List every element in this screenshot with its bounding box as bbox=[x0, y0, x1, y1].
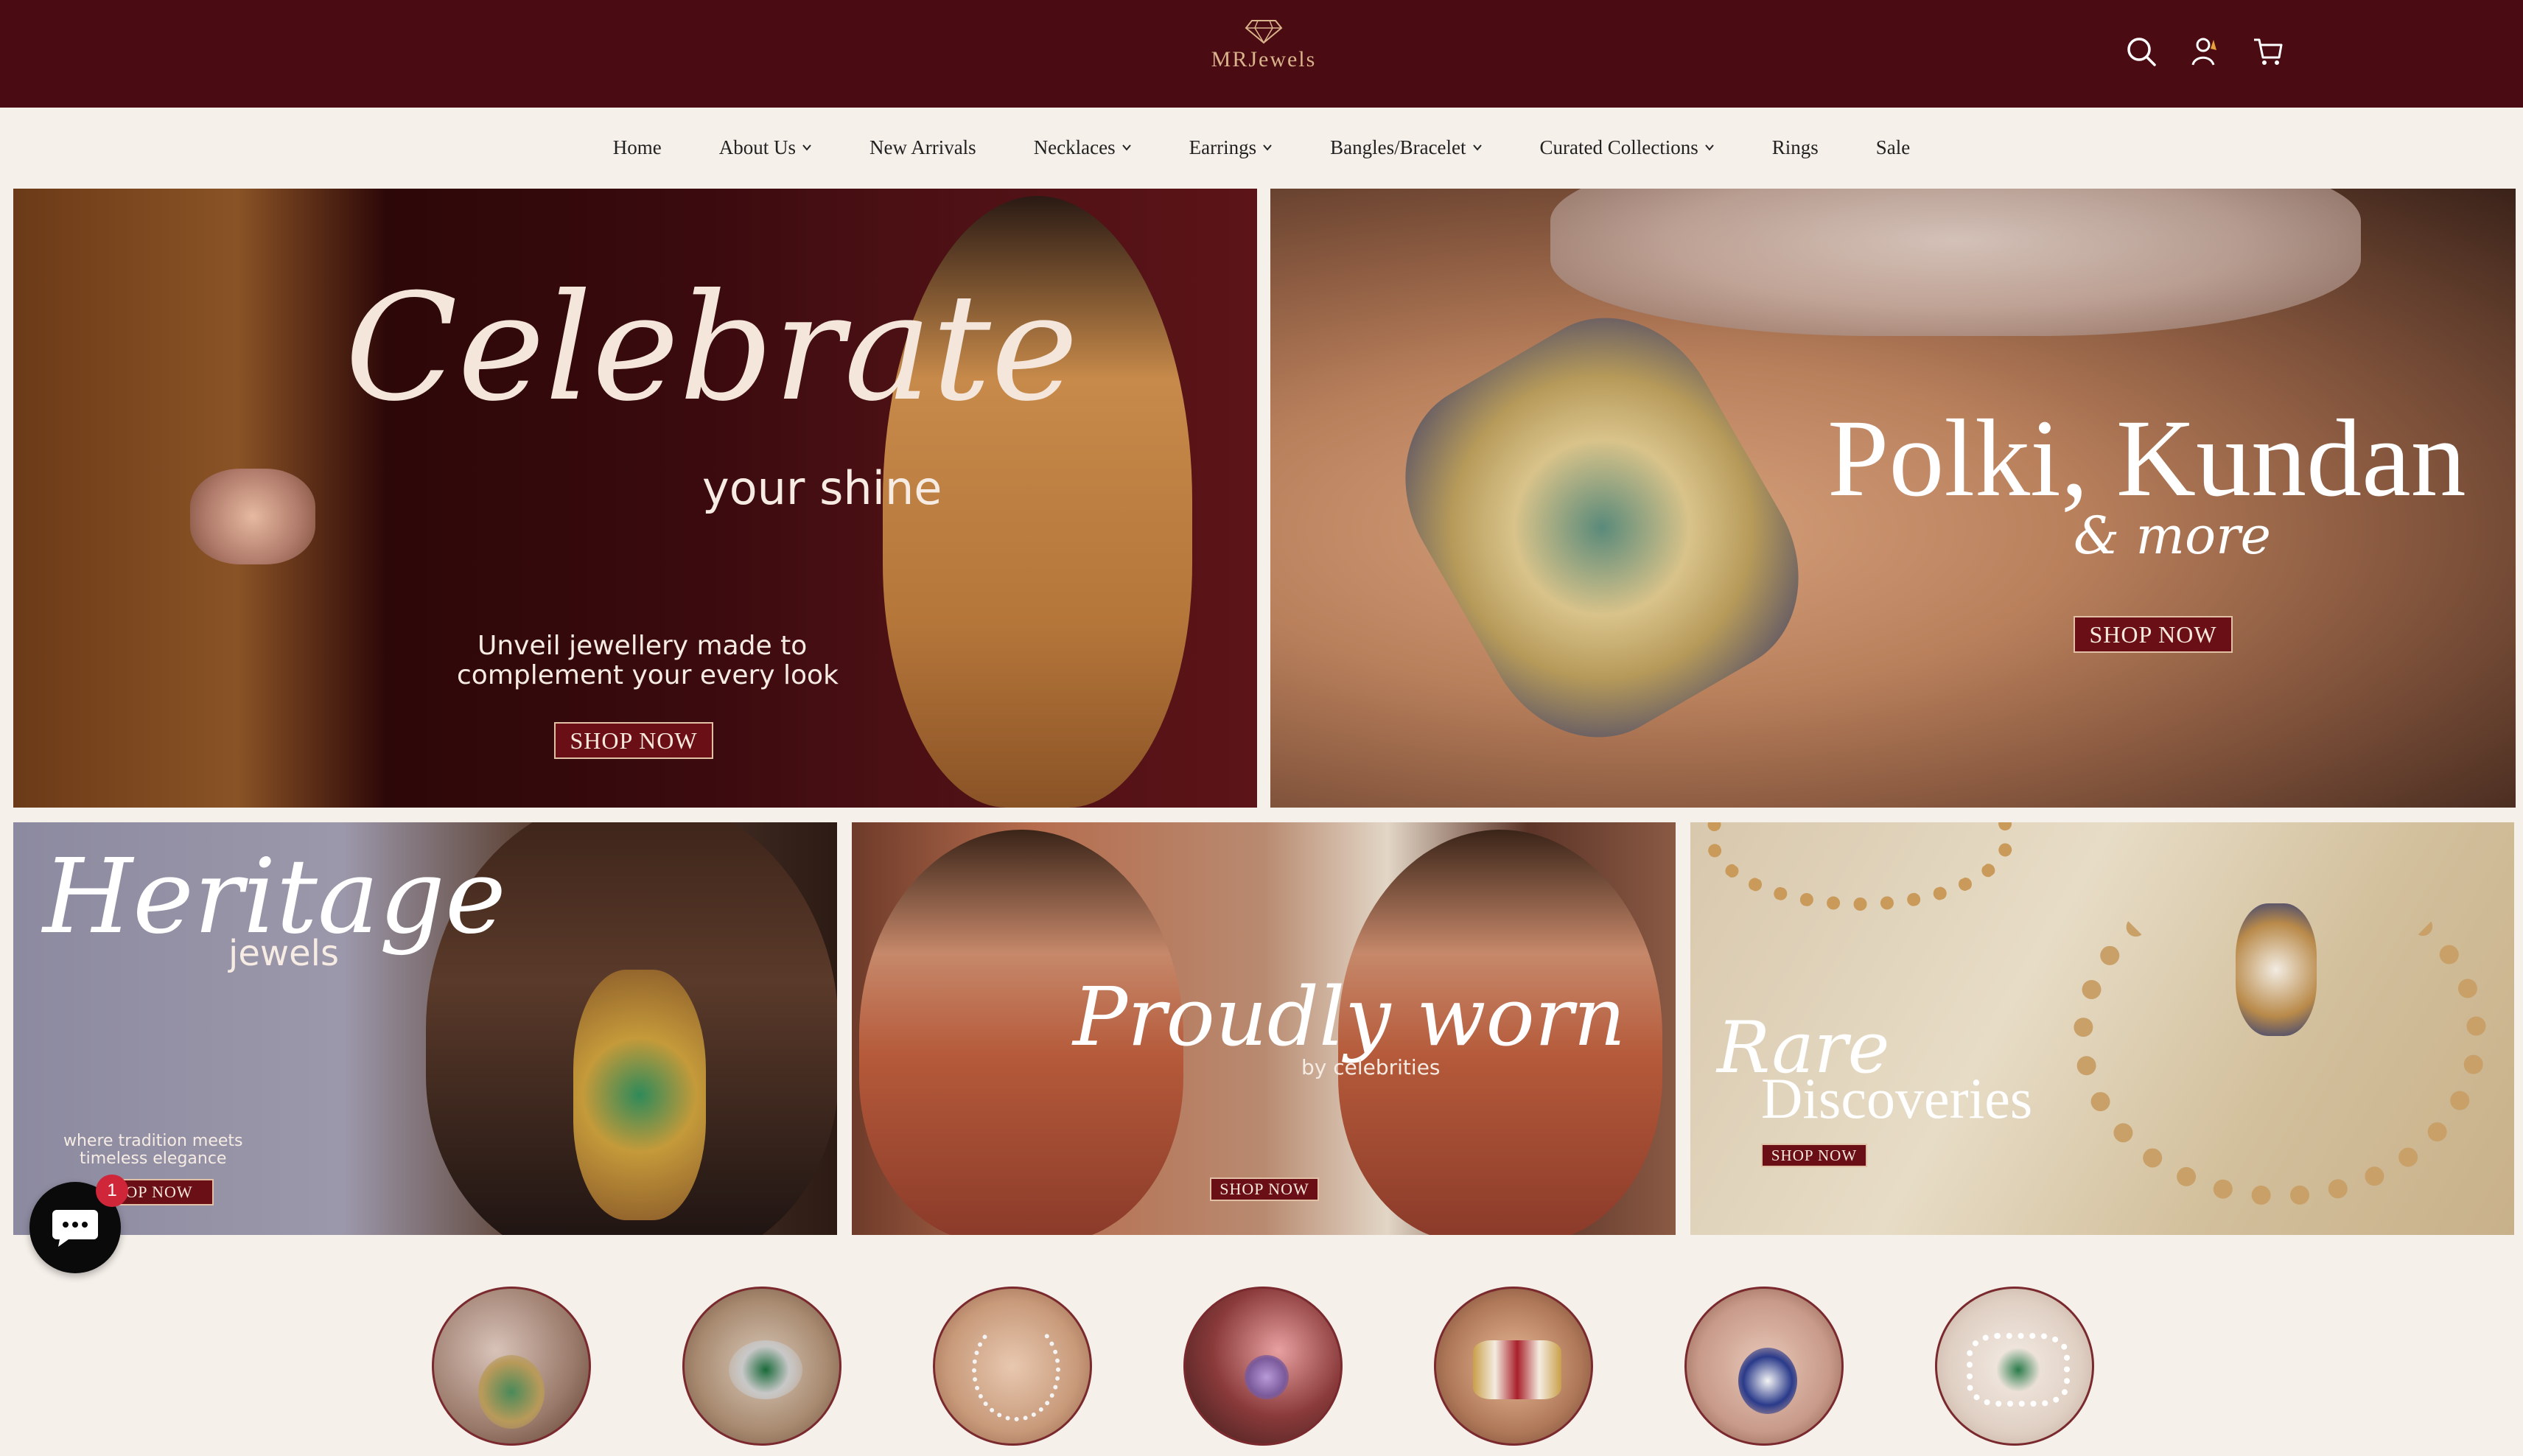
banner-subtitle: jewels bbox=[228, 933, 339, 974]
diamond-necklace-image bbox=[972, 1318, 1060, 1421]
earrings-image bbox=[2236, 903, 2317, 1036]
nav-sale[interactable]: Sale bbox=[1876, 136, 1911, 159]
logo-text: MRJewels bbox=[1211, 47, 1317, 71]
banner-tagline-2: complement your every look bbox=[457, 660, 839, 690]
shop-now-button[interactable]: SHOP NOW bbox=[554, 722, 713, 759]
banner-subtitle: Discoveries bbox=[1761, 1066, 2033, 1130]
nav-curated-collections[interactable]: Curated Collections bbox=[1540, 136, 1715, 159]
shop-now-button[interactable]: SHOP NOW bbox=[2074, 616, 2233, 653]
banner-tagline-2: timeless elegance bbox=[80, 1149, 227, 1168]
banner-rare-discoveries[interactable]: Rare Discoveries SHOP NOW bbox=[1690, 822, 2514, 1235]
search-icon[interactable] bbox=[2122, 32, 2160, 71]
category-pendant[interactable] bbox=[1684, 1287, 1844, 1446]
bracelet-image bbox=[1365, 280, 1838, 775]
cart-icon[interactable] bbox=[2249, 32, 2287, 71]
chevron-down-icon bbox=[1704, 144, 1714, 151]
banner-subtitle: & more bbox=[2074, 505, 2271, 566]
choker-image bbox=[1967, 1333, 2070, 1407]
account-icon[interactable] bbox=[2186, 32, 2224, 71]
kundan-bangle-image bbox=[1473, 1340, 1561, 1399]
banner-title: Polki, Kundan bbox=[1827, 397, 2466, 519]
nav-necklaces[interactable]: Necklaces bbox=[1034, 136, 1132, 159]
banner-tagline-1: Unveil jewellery made to bbox=[477, 631, 808, 661]
chat-bubble-icon bbox=[52, 1210, 98, 1247]
category-necklace-set[interactable] bbox=[432, 1287, 591, 1446]
category-rings[interactable] bbox=[682, 1287, 841, 1446]
cocktail-ring-image bbox=[1245, 1355, 1289, 1399]
chevron-down-icon bbox=[802, 144, 811, 151]
diamond-logo-icon bbox=[1245, 20, 1283, 44]
chat-notification-badge: 1 bbox=[96, 1175, 128, 1207]
necklace-image bbox=[573, 970, 706, 1220]
banner-subtitle: by celebrities bbox=[1301, 1055, 1441, 1079]
chevron-down-icon bbox=[1121, 144, 1131, 151]
banner-celebrate[interactable]: Celebrate your shine Unveil jewellery ma… bbox=[13, 189, 1257, 808]
nav-home[interactable]: Home bbox=[613, 136, 662, 159]
pendant-image bbox=[1738, 1348, 1797, 1414]
chevron-down-icon bbox=[1263, 144, 1272, 151]
shop-now-button[interactable]: SHOP NOW bbox=[1761, 1144, 1867, 1167]
main-nav: Home About Us New Arrivals Necklaces Ear… bbox=[0, 108, 2523, 187]
rings-background-image bbox=[1550, 189, 2361, 336]
necklace-top-image bbox=[1705, 822, 2015, 911]
category-diamond-necklace[interactable] bbox=[933, 1287, 1092, 1446]
top-header: MRJewels bbox=[0, 0, 2523, 108]
site-logo[interactable]: MRJewels bbox=[1208, 19, 1319, 85]
header-icons bbox=[2122, 29, 2287, 74]
banner-polki-kundan[interactable]: Polki, Kundan & more SHOP NOW bbox=[1270, 189, 2516, 808]
nav-about-us[interactable]: About Us bbox=[719, 136, 812, 159]
shop-now-button[interactable]: SHOP NOW bbox=[1210, 1177, 1319, 1201]
category-cocktail-ring[interactable] bbox=[1183, 1287, 1343, 1446]
banner-title: Proudly worn bbox=[1073, 970, 1626, 1064]
category-kundan-bangle[interactable] bbox=[1434, 1287, 1593, 1446]
category-carousel bbox=[432, 1287, 2094, 1446]
nav-new-arrivals[interactable]: New Arrivals bbox=[869, 136, 976, 159]
chevron-down-icon bbox=[1472, 144, 1482, 151]
rings-image bbox=[729, 1340, 802, 1399]
banner-tagline-1: where tradition meets bbox=[63, 1132, 243, 1150]
bracelet-image bbox=[190, 469, 315, 564]
category-choker[interactable] bbox=[1935, 1287, 2094, 1446]
banner-title: Celebrate bbox=[345, 262, 1079, 434]
necklace-set-image bbox=[478, 1355, 545, 1429]
banner-proudly-worn[interactable]: Proudly worn by celebrities SHOP NOW bbox=[852, 822, 1676, 1235]
nav-rings[interactable]: Rings bbox=[1772, 136, 1819, 159]
nav-bangles-bracelet[interactable]: Bangles/Bracelet bbox=[1330, 136, 1482, 159]
banner-subtitle: your shine bbox=[702, 461, 942, 515]
nav-earrings[interactable]: Earrings bbox=[1189, 136, 1273, 159]
banner-heritage[interactable]: Heritage jewels where tradition meets ti… bbox=[13, 822, 837, 1235]
